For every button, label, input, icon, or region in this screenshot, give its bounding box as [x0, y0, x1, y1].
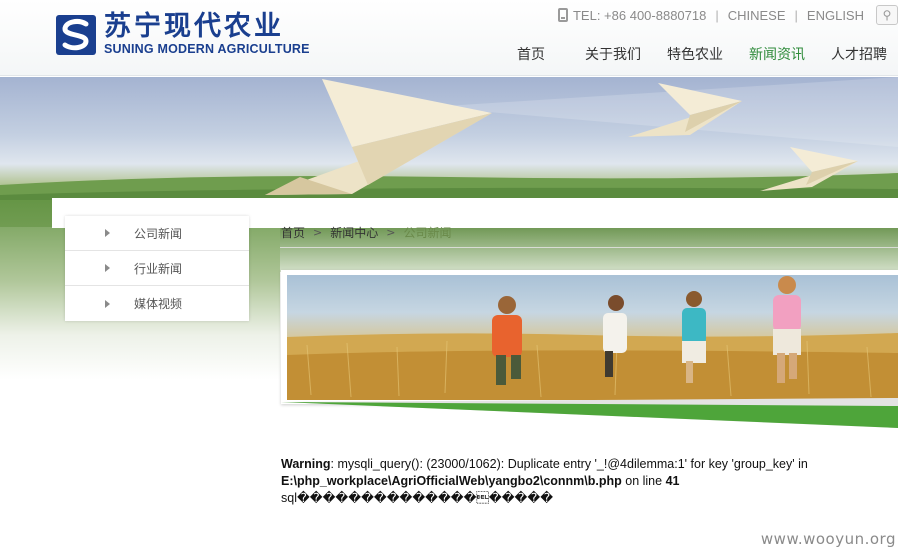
phone-icon	[557, 8, 568, 22]
sidebar-item-industry-news[interactable]: 行业新闻	[65, 251, 249, 286]
breadcrumb-separator: >	[313, 226, 323, 239]
warning-label: Warning	[281, 457, 331, 471]
top-bar: TEL: +86 400-8880718 | CHINESE | ENGLISH…	[557, 5, 898, 25]
arrow-right-icon	[105, 229, 110, 237]
breadcrumb-current: 公司新闻	[403, 226, 452, 240]
nav-item-home[interactable]: 首页	[490, 44, 572, 64]
divider	[280, 247, 898, 248]
sidebar-item-media-video[interactable]: 媒体视频	[65, 286, 249, 321]
search-button[interactable]: ⚲	[876, 5, 898, 25]
sidebar-menu: 公司新闻 行业新闻 媒体视频	[65, 216, 249, 321]
site-header: 苏宁现代农业 SUNING MODERN AGRICULTURE TEL: +8…	[0, 0, 898, 76]
logo-english-text: SUNING MODERN AGRICULTURE	[104, 42, 310, 56]
nav-item-news[interactable]: 新闻资讯	[736, 44, 818, 64]
search-icon: ⚲	[882, 8, 892, 22]
nav-item-about[interactable]: 关于我们	[572, 44, 654, 64]
tel-text: TEL: +86 400-8880718	[572, 7, 707, 23]
sidebar-item-label: 媒体视频	[134, 297, 183, 311]
breadcrumb-separator: >	[386, 226, 396, 239]
divider: |	[794, 7, 798, 23]
php-warning-message: Warning: mysqli_query(): (23000/1062): D…	[281, 456, 881, 507]
warning-on-line: on line	[621, 474, 666, 488]
lang-chinese-link[interactable]: CHINESE	[728, 8, 786, 23]
warning-line-number: 41	[665, 474, 680, 488]
arrow-right-icon	[105, 299, 110, 308]
arrow-right-icon	[105, 264, 110, 272]
logo-s-icon	[56, 15, 96, 55]
sql-output: sql�������������������	[281, 491, 554, 505]
sidebar-item-label: 公司新闻	[134, 226, 183, 241]
breadcrumb-home[interactable]: 首页	[281, 224, 305, 241]
site-logo[interactable]: 苏宁现代农业 SUNING MODERN AGRICULTURE	[56, 12, 310, 58]
warning-file-path: E:\php_workplace\AgriOfficialWeb\yangbo2…	[281, 474, 622, 488]
logo-chinese-text: 苏宁现代农业	[104, 11, 284, 42]
sidebar-item-company-news[interactable]: 公司新闻	[65, 216, 249, 251]
breadcrumb-news-center[interactable]: 新闻中心	[330, 224, 378, 241]
sidebar-item-label: 行业新闻	[134, 261, 183, 276]
children-wheat-field-image	[287, 275, 898, 400]
warning-message: : mysqli_query(): (23000/1062): Duplicat…	[330, 457, 808, 471]
watermark: www.wooyun.org	[760, 530, 896, 548]
page: 苏宁现代农业 SUNING MODERN AGRICULTURE TEL: +8…	[0, 0, 898, 550]
nav-item-careers[interactable]: 人才招聘	[818, 44, 898, 64]
divider: |	[715, 7, 719, 23]
nav-item-featured-agriculture[interactable]: 特色农业	[654, 44, 736, 64]
decorative-swoosh	[281, 398, 898, 428]
lang-english-link[interactable]: ENGLISH	[807, 8, 864, 23]
breadcrumb: 首页 > 新闻中心 > 公司新闻	[281, 224, 451, 241]
main-nav: 首页 关于我们 特色农业 新闻资讯 人才招聘	[490, 44, 898, 64]
news-banner-image	[281, 270, 898, 404]
